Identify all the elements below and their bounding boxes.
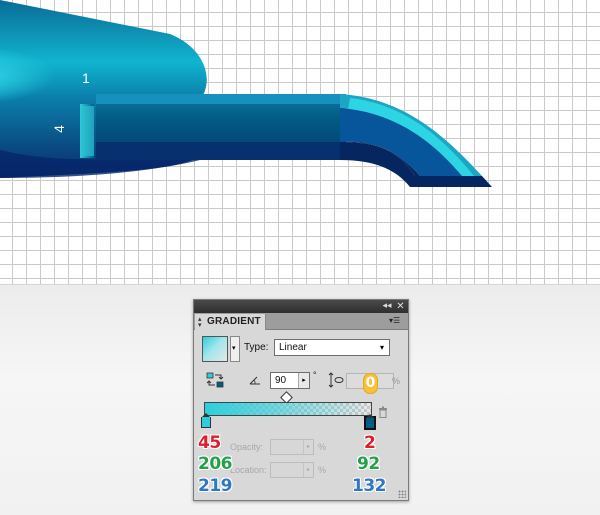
panel-titlebar[interactable]: ◂◂ ✕ xyxy=(194,300,408,313)
type-label: Type: xyxy=(244,342,269,353)
close-panel-button[interactable]: ✕ xyxy=(395,301,406,312)
gradient-swatch-dropdown[interactable]: ▾ xyxy=(230,336,240,362)
gradient-stop-right[interactable] xyxy=(364,414,376,430)
panel-menu-icon[interactable]: ▾☰ xyxy=(389,316,403,326)
annotation-badge: 0 xyxy=(363,373,378,394)
right-stop-red-value: 2 xyxy=(364,433,376,453)
location-input[interactable]: ▸ xyxy=(270,462,314,478)
opacity-percent-label: % xyxy=(318,442,327,452)
gradient-stop-left[interactable] xyxy=(201,413,211,428)
gradient-slider[interactable] xyxy=(204,402,372,416)
faucet-artwork xyxy=(0,0,492,187)
location-stepper-icon: ▸ xyxy=(303,463,313,477)
opacity-label: Opacity: xyxy=(230,442,264,452)
annotation-badge-number: 0 xyxy=(365,375,376,391)
gradient-swatch[interactable] xyxy=(202,336,228,362)
angle-value: 90 xyxy=(275,375,287,386)
resize-grip-icon[interactable] xyxy=(398,490,406,498)
type-select-value: Linear xyxy=(279,342,307,353)
artboard-grid: 1 4 xyxy=(0,0,600,285)
trash-icon[interactable] xyxy=(378,406,388,418)
left-stop-green-value: 206 xyxy=(198,454,233,474)
opacity-input[interactable]: ▸ xyxy=(270,439,314,455)
panel-tab-strip: ▴ ▾ GRADIENT ▾☰ xyxy=(194,313,408,330)
location-percent-label: % xyxy=(318,465,327,475)
aspect-percent-label: % xyxy=(392,376,401,386)
opacity-stepper-icon: ▸ xyxy=(303,440,313,454)
collapse-panel-button[interactable]: ◂◂ xyxy=(382,301,392,312)
tab-gradient[interactable]: ▴ ▾ GRADIENT xyxy=(195,314,266,330)
artwork-label-1: 1 xyxy=(82,70,90,86)
reverse-gradient-icon[interactable] xyxy=(206,372,224,388)
gradient-panel: ◂◂ ✕ ▴ ▾ GRADIENT ▾☰ ▾ Type: Linear ▾ 90 … xyxy=(193,299,409,501)
type-select[interactable]: Linear ▾ xyxy=(274,339,390,356)
degree-symbol: ° xyxy=(313,370,317,380)
right-stop-blue-value: 132 xyxy=(352,476,387,496)
angle-icon xyxy=(249,376,260,385)
right-stop-green-value: 92 xyxy=(357,454,380,474)
left-stop-red-value: 45 xyxy=(198,433,221,453)
aspect-ratio-icon xyxy=(328,372,344,388)
left-stop-blue-value: 219 xyxy=(198,476,233,496)
artwork-label-4: 4 xyxy=(50,125,67,133)
tab-expand-icon[interactable]: ▴ ▾ xyxy=(198,316,202,329)
chevron-down-icon: ▾ xyxy=(379,343,384,352)
tab-gradient-label: GRADIENT xyxy=(207,316,261,327)
chevron-down-icon: ▾ xyxy=(232,344,236,352)
angle-input[interactable]: 90 ▸ xyxy=(270,372,310,389)
location-label: Location: xyxy=(230,465,267,475)
angle-stepper-icon[interactable]: ▸ xyxy=(298,373,309,388)
